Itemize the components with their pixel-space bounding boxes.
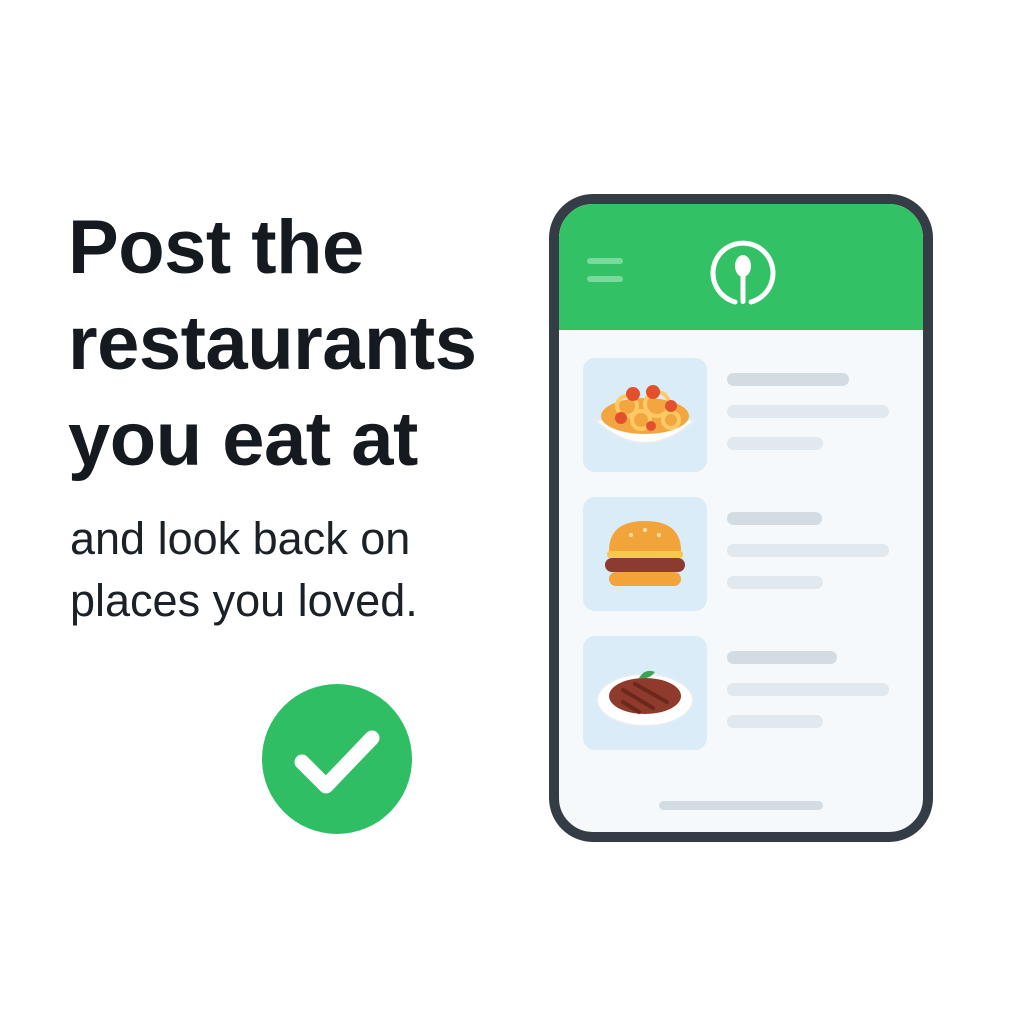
promo-screen: Post the restaurants you eat at and look… <box>0 0 1024 1024</box>
placeholder-line <box>727 576 823 589</box>
restaurant-list <box>583 358 899 775</box>
home-indicator[interactable] <box>659 801 823 810</box>
food-thumbnail <box>583 636 707 750</box>
checkmark-icon <box>294 730 380 794</box>
food-thumbnail <box>583 497 707 611</box>
spoon-pin-logo-icon <box>710 240 776 305</box>
food-thumbnail <box>583 358 707 472</box>
restaurant-card[interactable] <box>583 497 899 611</box>
placeholder-line <box>727 373 849 386</box>
hamburger-menu-icon[interactable] <box>587 252 627 292</box>
phone-mockup <box>549 194 933 842</box>
placeholder-line <box>727 715 823 728</box>
restaurant-card[interactable] <box>583 358 899 472</box>
placeholder-line <box>727 437 823 450</box>
pasta-bowl-icon <box>592 385 698 444</box>
promo-subline: and look back on places you loved. <box>70 513 418 626</box>
placeholder-line <box>727 651 837 664</box>
restaurant-card[interactable] <box>583 636 899 750</box>
check-badge <box>262 684 412 834</box>
placeholder-line <box>727 405 889 418</box>
burger-icon <box>605 521 685 586</box>
placeholder-line <box>727 544 889 557</box>
placeholder-line <box>727 683 889 696</box>
placeholder-line <box>727 512 822 525</box>
steak-plate-icon <box>596 670 694 727</box>
app-header <box>559 204 923 330</box>
promo-headline: Post the restaurants you eat at <box>68 205 477 482</box>
